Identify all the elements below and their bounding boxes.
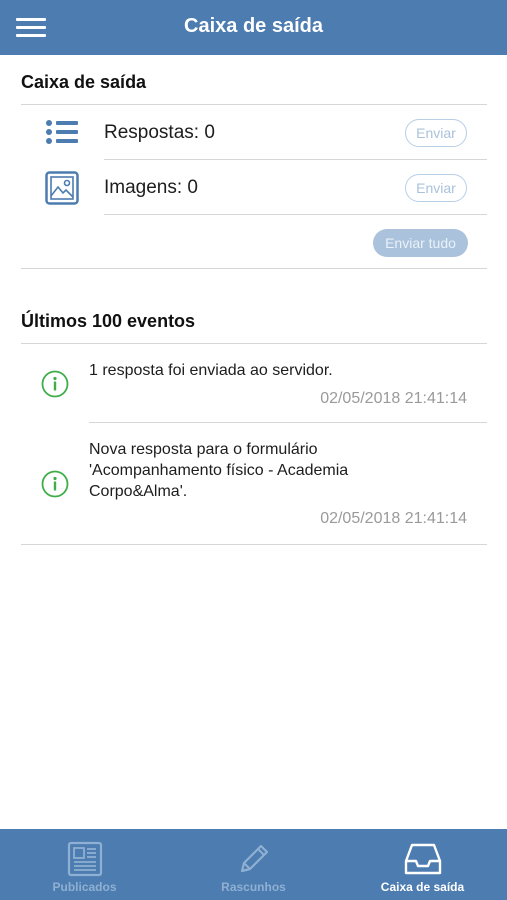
nav-caixa-de-saida[interactable]: Caixa de saída (338, 829, 507, 900)
image-icon (45, 171, 79, 205)
page-title: Caixa de saída (184, 15, 323, 37)
divider (21, 343, 487, 344)
send-all-button[interactable]: Enviar tudo (373, 229, 468, 257)
divider (21, 104, 487, 105)
nav-label: Caixa de saída (380, 880, 465, 894)
newspaper-icon (67, 841, 103, 877)
events-section-title: Últimos 100 eventos (21, 311, 196, 331)
outbox-row-imagens: Imagens: 0 Enviar (21, 161, 487, 215)
send-respostas-button[interactable]: Enviar (405, 119, 467, 147)
event-timestamp: 02/05/2018 21:41:14 (320, 390, 467, 407)
list-icon (46, 120, 78, 144)
respostas-count: Respostas: 0 (104, 122, 215, 143)
divider (104, 214, 487, 215)
imagens-count: Imagens: 0 (104, 177, 198, 198)
nav-label: Publicados (52, 880, 117, 894)
pencil-icon (240, 844, 269, 873)
event-message: Nova resposta para o formulário 'Acompan… (89, 441, 349, 500)
event-message: 1 resposta foi enviada ao servidor. (89, 362, 333, 379)
event-timestamp: 02/05/2018 21:41:14 (320, 510, 467, 527)
divider (104, 159, 487, 160)
divider (21, 544, 487, 545)
inbox-tray-icon (404, 843, 442, 875)
info-icon (41, 470, 69, 498)
divider (89, 422, 487, 423)
divider (21, 268, 487, 269)
info-icon (41, 370, 69, 398)
bottom-nav: Publicados Rascunhos Caixa de saída (0, 829, 507, 900)
outbox-row-respostas: Respostas: 0 Enviar (21, 106, 487, 160)
send-imagens-button[interactable]: Enviar (405, 174, 467, 202)
event-item: 1 resposta foi enviada ao servidor. 02/0… (21, 345, 487, 423)
nav-rascunhos[interactable]: Rascunhos (169, 829, 338, 900)
event-item: Nova resposta para o formulário 'Acompan… (21, 424, 487, 544)
app-bar: Caixa de saída (0, 0, 507, 55)
nav-publicados[interactable]: Publicados (0, 829, 169, 900)
outbox-section-title: Caixa de saída (21, 72, 147, 92)
nav-label: Rascunhos (221, 880, 286, 894)
